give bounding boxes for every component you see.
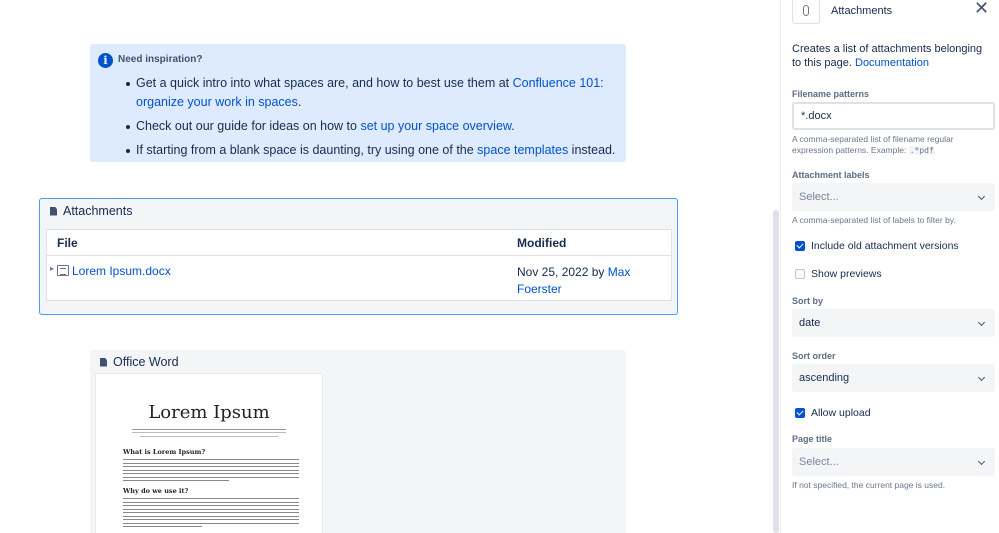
info-panel-title: Need inspiration?	[118, 54, 203, 65]
show-previews-checkbox[interactable]: Show previews	[795, 268, 882, 280]
sort-order-label: Sort order	[792, 351, 836, 361]
attachment-labels-placeholder: Select...	[799, 191, 839, 203]
column-header-file[interactable]: File	[57, 236, 78, 250]
preview-quote-lines	[132, 429, 286, 433]
filename-patterns-label: Filename patterns	[792, 89, 870, 99]
file-type-icon	[57, 265, 69, 276]
attachments-macro-title: Attachments	[63, 204, 133, 218]
page-title-help: If not specified, the current page is us…	[792, 480, 946, 490]
page-title-select[interactable]: Select...	[792, 448, 995, 476]
allow-upload-label: Allow upload	[811, 407, 871, 419]
editor-canvas[interactable]: i Need inspiration? Get a quick intro in…	[0, 0, 780, 533]
space-templates-link[interactable]: space templates	[477, 143, 568, 157]
preview-quote-line	[140, 436, 278, 437]
sort-by-select[interactable]: date	[792, 309, 995, 337]
preview-paragraph	[123, 498, 299, 530]
paperclip-icon	[803, 4, 809, 16]
info-icon: i	[98, 53, 113, 68]
chevron-down-icon	[977, 373, 986, 382]
documentation-link[interactable]: Documentation	[855, 57, 929, 69]
sidebar-title: Attachments	[831, 5, 893, 17]
allow-upload-checkbox[interactable]: Allow upload	[795, 407, 871, 419]
preview-doc-title: Lorem Ipsum	[148, 402, 270, 423]
info-panel-list: Get a quick intro into what spaces are, …	[126, 74, 616, 165]
document-icon	[50, 206, 57, 216]
list-item-text: instead.	[568, 143, 616, 157]
attachments-macro-header: Attachments	[50, 204, 132, 218]
checkbox-unchecked-icon[interactable]	[795, 269, 805, 279]
document-icon	[100, 357, 107, 367]
column-header-modified[interactable]: Modified	[517, 236, 566, 250]
sort-order-select[interactable]: ascending	[792, 364, 995, 392]
chevron-down-icon	[977, 457, 986, 466]
office-word-macro[interactable]: Office Word Lorem Ipsum What is Lorem Ip…	[90, 350, 626, 533]
checkbox-checked-icon[interactable]	[795, 241, 805, 251]
list-item-text: .	[297, 95, 302, 109]
attachment-labels-label: Attachment labels	[792, 170, 870, 180]
list-item: If starting from a blank space is daunti…	[126, 141, 616, 160]
space-overview-link[interactable]: set up your space overview	[360, 119, 511, 133]
filename-patterns-value: *.docx	[801, 110, 832, 122]
attachment-labels-help: A comma-separated list of labels to filt…	[792, 215, 956, 225]
preview-heading: What is Lorem Ipsum?	[123, 448, 206, 456]
attachments-macro[interactable]: Attachments File Modified ▸ Lorem Ipsum.…	[39, 198, 678, 315]
filename-patterns-help: A comma-separated list of filename regul…	[792, 134, 992, 156]
help-code-example: .*pdf	[908, 146, 935, 155]
list-item-text: .	[511, 119, 515, 133]
table-divider	[47, 255, 671, 256]
sidebar-description: Creates a list of attachments belonging …	[792, 42, 992, 70]
attachment-file-link[interactable]: Lorem Ipsum.docx	[72, 264, 171, 278]
office-word-macro-title: Office Word	[113, 355, 179, 369]
preview-heading: Why do we use it?	[123, 487, 189, 495]
attachment-labels-select[interactable]: Select...	[792, 183, 995, 211]
filename-patterns-input[interactable]: *.docx	[792, 102, 995, 130]
close-icon[interactable]: ✕	[974, 0, 989, 17]
chevron-down-icon	[977, 192, 986, 201]
checkbox-checked-icon[interactable]	[795, 408, 805, 418]
list-item-text: If starting from a blank space is daunti…	[136, 143, 478, 157]
modified-date: Nov 25, 2022 by	[517, 265, 608, 279]
preview-paragraph	[123, 459, 299, 484]
info-panel: i Need inspiration? Get a quick intro in…	[90, 44, 626, 162]
modified-cell: Nov 25, 2022 by Max Foerster	[517, 264, 647, 298]
macro-icon-box	[792, 0, 820, 24]
chevron-down-icon	[977, 318, 986, 327]
attachments-table: File Modified ▸ Lorem Ipsum.docx Nov 25,…	[46, 229, 672, 301]
page-title-label: Page title	[792, 434, 833, 444]
expand-row-icon[interactable]: ▸	[50, 264, 54, 273]
list-item-text: Get a quick intro into what spaces are, …	[136, 76, 513, 90]
editor-scrollbar[interactable]	[773, 210, 779, 533]
sort-order-value: ascending	[799, 372, 850, 384]
list-item: Check out our guide for ideas on how to …	[126, 117, 616, 136]
include-old-versions-checkbox[interactable]: Include old attachment versions	[795, 240, 959, 252]
show-previews-label: Show previews	[811, 268, 882, 280]
macro-config-sidebar: Attachments ✕ Creates a list of attachme…	[780, 0, 999, 533]
list-item: Get a quick intro into what spaces are, …	[126, 74, 616, 112]
document-preview[interactable]: Lorem Ipsum What is Lorem Ipsum? Why do …	[96, 374, 322, 533]
page-title-placeholder: Select...	[799, 456, 839, 468]
include-old-versions-label: Include old attachment versions	[811, 240, 959, 252]
sort-by-value: date	[799, 317, 821, 329]
sort-by-label: Sort by	[792, 296, 824, 306]
list-item-text: Check out our guide for ideas on how to	[136, 119, 361, 133]
office-word-macro-header: Office Word	[100, 355, 179, 369]
